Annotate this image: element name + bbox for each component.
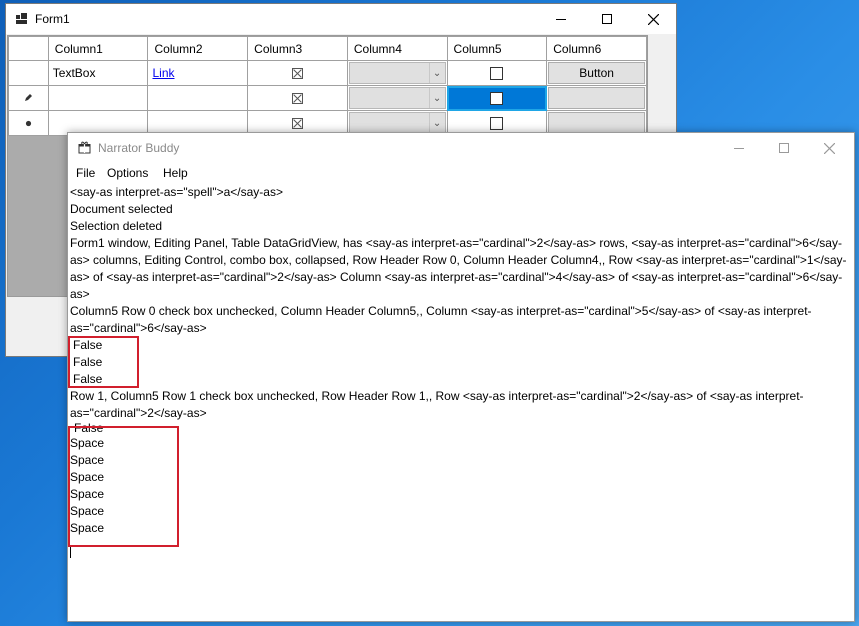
log-line: <say-as interpret-as="spell">a</say-as> xyxy=(70,185,283,199)
link-cell[interactable] xyxy=(148,91,152,105)
row-header-0[interactable] xyxy=(8,60,49,86)
column-header-3[interactable]: Column3 xyxy=(247,36,348,61)
cell-combobox[interactable]: ⌄ xyxy=(346,60,448,86)
close-icon xyxy=(647,13,659,25)
grid-button[interactable] xyxy=(548,112,645,134)
form1-titlebar[interactable]: Form1 xyxy=(6,4,676,34)
column-header-2[interactable]: Column2 xyxy=(147,36,249,61)
link-cell[interactable] xyxy=(148,116,152,130)
log-line: Document selected xyxy=(70,202,173,216)
log-line: Space xyxy=(70,521,105,535)
cell-button xyxy=(546,85,647,111)
close-button[interactable] xyxy=(630,4,676,34)
column-header-5[interactable]: Column5 xyxy=(446,36,548,61)
log-line: Space xyxy=(70,487,105,501)
indeterminate-checkbox-icon xyxy=(292,92,304,104)
narrator-close-button[interactable] xyxy=(806,133,852,163)
minimize-icon xyxy=(556,18,566,20)
log-line: False xyxy=(73,372,103,386)
combo-box[interactable]: ⌄ xyxy=(348,62,446,84)
textbox-cell-text xyxy=(49,116,53,130)
log-line: Column5 Row 0 check box unchecked, Colum… xyxy=(70,304,812,335)
maximize-icon xyxy=(602,14,612,24)
cell-link[interactable] xyxy=(147,85,249,111)
menu-help[interactable]: Help xyxy=(163,166,188,180)
log-line: False xyxy=(73,355,103,369)
cell-combobox[interactable]: ⌄ xyxy=(346,85,448,111)
chevron-down-icon[interactable]: ⌄ xyxy=(428,113,445,133)
column-header-4[interactable]: Column4 xyxy=(346,36,448,61)
grid-button[interactable] xyxy=(548,87,645,109)
checkbox[interactable] xyxy=(490,116,504,130)
column-header-row: Column1 Column2 Column3 Column4 Column5 … xyxy=(8,36,647,61)
highlight-box-space xyxy=(68,426,179,547)
narrator-buddy-window: Narrator Buddy File Options Help <say-as… xyxy=(67,132,855,622)
maximize-icon xyxy=(779,143,789,153)
log-line: Selection deleted xyxy=(70,219,163,233)
row-header-1[interactable] xyxy=(8,85,49,111)
pencil-icon xyxy=(24,94,32,101)
cell-textbox[interactable] xyxy=(47,85,149,111)
form1-title: Form1 xyxy=(35,12,70,26)
maximize-button[interactable] xyxy=(584,4,630,34)
cell-checkbox[interactable] xyxy=(446,60,548,86)
cell-checkbox-selected[interactable] xyxy=(446,85,548,111)
row-header-new[interactable] xyxy=(8,110,49,136)
log-line: False xyxy=(73,338,103,352)
cell-textbox[interactable]: TextBox xyxy=(47,60,149,86)
log-line: Space xyxy=(70,453,105,467)
log-line: Row 1, Column5 Row 1 check box unchecked… xyxy=(70,389,804,420)
log-line: Space xyxy=(70,470,105,484)
narrator-title: Narrator Buddy xyxy=(98,141,180,155)
combo-box[interactable]: ⌄ xyxy=(348,112,446,134)
combo-box[interactable]: ⌄ xyxy=(348,87,446,109)
minimize-button[interactable] xyxy=(538,4,584,34)
narrator-minimize-button[interactable] xyxy=(716,133,762,163)
textbox-cell-text: TextBox xyxy=(52,66,96,80)
chevron-down-icon[interactable]: ⌄ xyxy=(428,63,445,83)
log-line: False xyxy=(74,422,104,435)
highlight-box-false xyxy=(68,336,139,388)
menu-bar: File Options Help xyxy=(68,163,854,183)
table-row: ⌄ xyxy=(8,85,647,111)
grid-button[interactable]: Button xyxy=(548,62,645,84)
top-left-header-cell[interactable] xyxy=(8,36,49,61)
log-line: Form1 window, Editing Panel, Table DataG… xyxy=(70,236,847,301)
form-app-icon xyxy=(16,13,27,24)
checkbox[interactable] xyxy=(490,91,504,105)
log-line: Space xyxy=(70,504,105,518)
narrator-maximize-button[interactable] xyxy=(761,133,807,163)
log-line: Space xyxy=(70,436,105,450)
column-header-1[interactable]: Column1 xyxy=(47,36,149,61)
gift-icon xyxy=(78,141,91,154)
menu-file[interactable]: File xyxy=(76,166,95,180)
asterisk-icon xyxy=(25,120,31,127)
cell-indeterminate-checkbox[interactable] xyxy=(247,60,348,86)
text-caret xyxy=(70,546,71,558)
menu-options[interactable]: Options xyxy=(107,166,148,180)
narrator-log-textbox[interactable]: <say-as interpret-as="spell">a</say-as> … xyxy=(70,184,854,537)
cell-indeterminate-checkbox[interactable] xyxy=(247,85,348,111)
cell-button: Button xyxy=(546,60,647,86)
textbox-cell-text xyxy=(49,91,53,105)
data-grid-table: Column1 Column2 Column3 Column4 Column5 … xyxy=(8,36,647,136)
indeterminate-checkbox-icon xyxy=(292,67,304,79)
table-row: TextBox Link ⌄ Button xyxy=(8,60,647,86)
chevron-down-icon[interactable]: ⌄ xyxy=(428,88,445,108)
checkbox[interactable] xyxy=(490,66,504,80)
narrator-titlebar[interactable]: Narrator Buddy xyxy=(68,133,854,163)
column-header-6[interactable]: Column6 xyxy=(546,36,647,61)
minimize-icon xyxy=(734,147,744,149)
link-cell[interactable]: Link xyxy=(148,66,174,80)
close-icon xyxy=(823,142,835,154)
cell-link: Link xyxy=(147,60,249,86)
indeterminate-checkbox-icon xyxy=(292,117,304,129)
